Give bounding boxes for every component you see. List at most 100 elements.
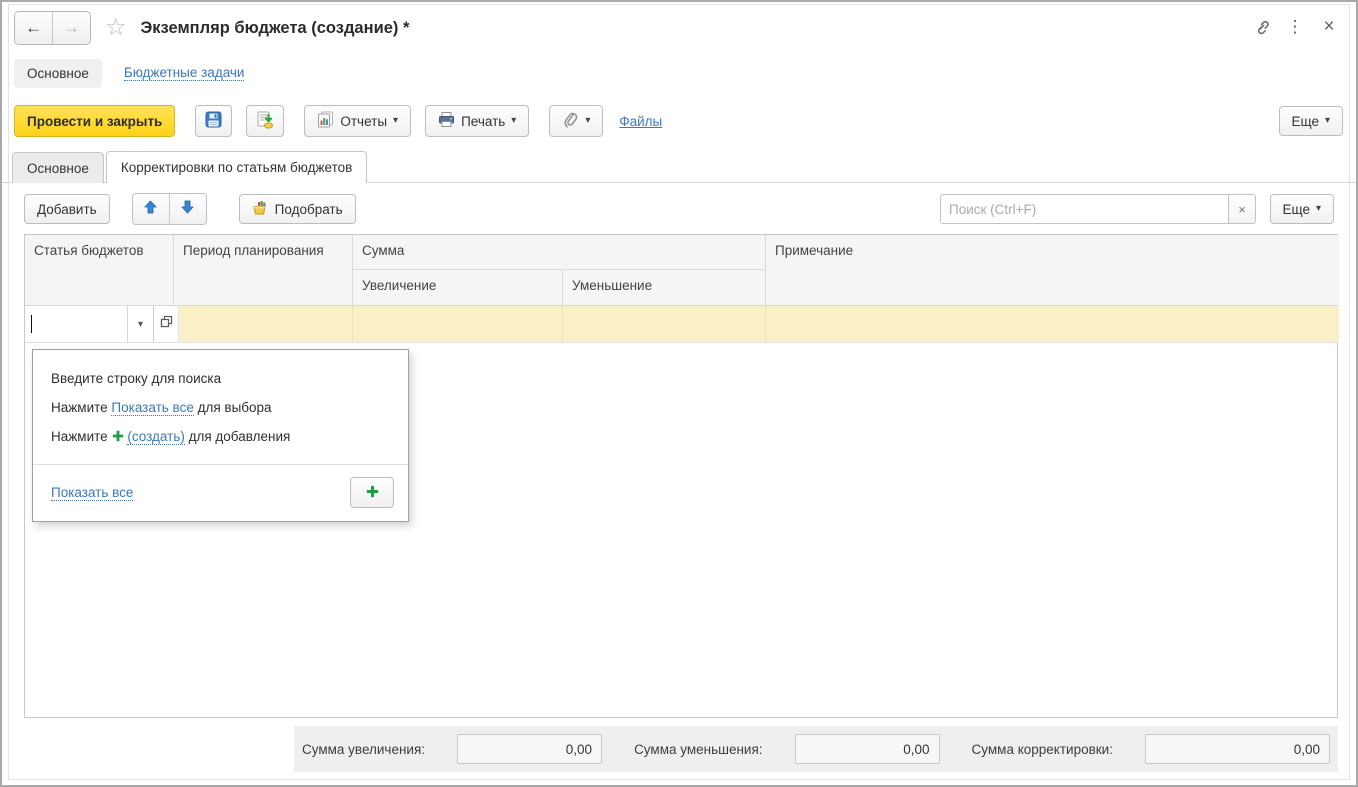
column-header-period[interactable]: Период планирования — [174, 235, 353, 306]
pick-basket-icon — [252, 200, 269, 219]
form-more-label: Еще — [1292, 114, 1319, 129]
post-and-close-button[interactable]: Провести и закрыть — [14, 105, 175, 137]
forward-button[interactable]: → — [53, 12, 90, 44]
grid-more-caret-icon: ▾ — [1316, 204, 1321, 214]
save-button[interactable] — [195, 105, 232, 137]
article-combo-input[interactable]: ▾ — [25, 306, 154, 342]
totals-footer: Сумма увеличения: 0,00 Сумма уменьшения:… — [294, 726, 1338, 772]
window-header: ← → ☆ Экземпляр бюджета (создание) * — [14, 10, 409, 46]
form-more-caret-icon: ▾ — [1325, 116, 1330, 126]
nav-item-budget-tasks[interactable]: Бюджетные задачи — [124, 65, 245, 81]
column-header-sum[interactable]: Сумма — [353, 235, 766, 270]
command-bar: Провести и закрыть — [14, 104, 662, 138]
search-clear-button[interactable]: × — [1228, 194, 1256, 224]
move-row-group — [132, 193, 207, 225]
reports-button[interactable]: Отчеты ▾ — [304, 105, 411, 137]
close-window-icon[interactable]: × — [1316, 14, 1342, 40]
reports-icon — [317, 111, 334, 131]
hint-enter-search: Введите строку для поиска — [51, 364, 390, 393]
total-decrease-field: 0,00 — [795, 734, 940, 764]
article-suggestion-popup: Введите строку для поиска Нажмите Показа… — [32, 349, 409, 522]
total-increase-label: Сумма увеличения: — [302, 742, 425, 757]
paperclip-icon — [562, 111, 579, 131]
grid-more-button[interactable]: Еще ▾ — [1270, 194, 1335, 224]
column-header-note-label: Примечание — [775, 243, 853, 258]
hint-show-all: Нажмите Показать все для выбора — [51, 393, 390, 422]
hint-create-suffix: для добавления — [185, 429, 290, 444]
back-icon: ← — [25, 18, 42, 38]
total-increase-value: 0,00 — [566, 742, 592, 757]
total-adjustment-field: 0,00 — [1145, 734, 1330, 764]
attachments-button[interactable]: ▾ — [549, 105, 603, 137]
hint-create: Нажмите (создать) для добавления — [51, 422, 390, 452]
budget-instance-window: ← → ☆ Экземпляр бюджета (создание) * ⋮ ×… — [0, 0, 1358, 787]
total-decrease-value: 0,00 — [903, 742, 929, 757]
page-tabs: Основное Корректировки по статьям бюджет… — [2, 151, 1356, 183]
total-increase-field: 0,00 — [457, 734, 602, 764]
grid-more-label: Еще — [1283, 202, 1310, 217]
attachments-caret-icon: ▾ — [585, 116, 590, 126]
choose-from-list-button[interactable] — [154, 306, 179, 342]
show-all-link[interactable]: Показать все — [51, 485, 133, 501]
arrow-down-icon — [181, 200, 194, 219]
form-nav: Основное Бюджетные задачи — [14, 57, 244, 89]
post-document-button[interactable] — [246, 105, 284, 137]
column-header-decrease-label: Уменьшение — [572, 278, 652, 293]
create-inline-link[interactable]: (создать) — [127, 429, 184, 445]
column-header-increase-label: Увеличение — [362, 278, 436, 293]
move-up-button[interactable] — [133, 194, 170, 224]
page-title: Экземпляр бюджета (создание) * — [141, 19, 410, 38]
copy-link-icon[interactable] — [1248, 14, 1274, 40]
history-nav-group: ← → — [14, 11, 91, 45]
form-more-button[interactable]: Еще ▾ — [1279, 106, 1344, 136]
arrow-up-icon — [144, 200, 157, 219]
add-row-button[interactable]: Добавить — [24, 194, 110, 224]
cell-note[interactable] — [766, 306, 1339, 342]
column-header-article-label: Статья бюджетов — [34, 243, 144, 258]
combo-caret-icon: ▾ — [138, 319, 143, 330]
total-adjustment-label: Сумма корректировки: — [972, 742, 1113, 757]
table-row: ▾ — [25, 306, 1337, 343]
print-label: Печать — [461, 114, 505, 129]
column-header-period-label: Период планирования — [183, 243, 324, 258]
clear-icon: × — [1238, 202, 1246, 217]
column-header-increase[interactable]: Увеличение — [353, 270, 563, 306]
post-document-icon — [256, 111, 274, 132]
plus-icon — [112, 423, 124, 452]
column-header-sum-label: Сумма — [362, 243, 404, 258]
more-menu-icon[interactable]: ⋮ — [1282, 14, 1308, 40]
print-icon — [438, 111, 455, 131]
cell-increase[interactable] — [353, 306, 563, 342]
tab-main[interactable]: Основное — [12, 152, 104, 183]
hint-choose-prefix: Нажмите — [51, 400, 111, 415]
pick-label: Подобрать — [275, 202, 343, 217]
print-button[interactable]: Печать ▾ — [425, 105, 529, 137]
nav-item-main[interactable]: Основное — [14, 59, 102, 88]
tab-adjustments[interactable]: Корректировки по статьям бюджетов — [106, 151, 367, 183]
hint-create-prefix: Нажмите — [51, 429, 111, 444]
hint-choose-suffix: для выбора — [194, 400, 272, 415]
search-input[interactable] — [940, 194, 1228, 224]
choose-overlap-squares-icon — [160, 315, 173, 333]
reports-label: Отчеты — [340, 114, 387, 129]
move-down-button[interactable] — [170, 194, 206, 224]
back-button[interactable]: ← — [15, 12, 53, 44]
grid-search: × — [940, 194, 1256, 224]
print-caret-icon: ▾ — [511, 116, 516, 126]
files-link[interactable]: Файлы — [619, 114, 662, 129]
create-plus-icon — [366, 485, 379, 501]
column-header-article[interactable]: Статья бюджетов — [25, 235, 174, 306]
pick-button[interactable]: Подобрать — [239, 194, 356, 224]
column-header-decrease[interactable]: Уменьшение — [563, 270, 766, 306]
column-header-note[interactable]: Примечание — [766, 235, 1339, 306]
favorite-star-icon[interactable]: ☆ — [105, 16, 127, 40]
combo-dropdown-button[interactable]: ▾ — [127, 306, 153, 342]
show-all-inline-link[interactable]: Показать все — [111, 400, 193, 416]
hint-enter-search-text: Введите строку для поиска — [51, 371, 221, 386]
text-cursor — [31, 315, 32, 333]
cell-decrease[interactable] — [563, 306, 766, 342]
create-new-button[interactable] — [350, 477, 394, 508]
cell-period[interactable] — [179, 306, 353, 342]
total-decrease-label: Сумма уменьшения: — [634, 742, 762, 757]
forward-icon: → — [63, 18, 80, 38]
